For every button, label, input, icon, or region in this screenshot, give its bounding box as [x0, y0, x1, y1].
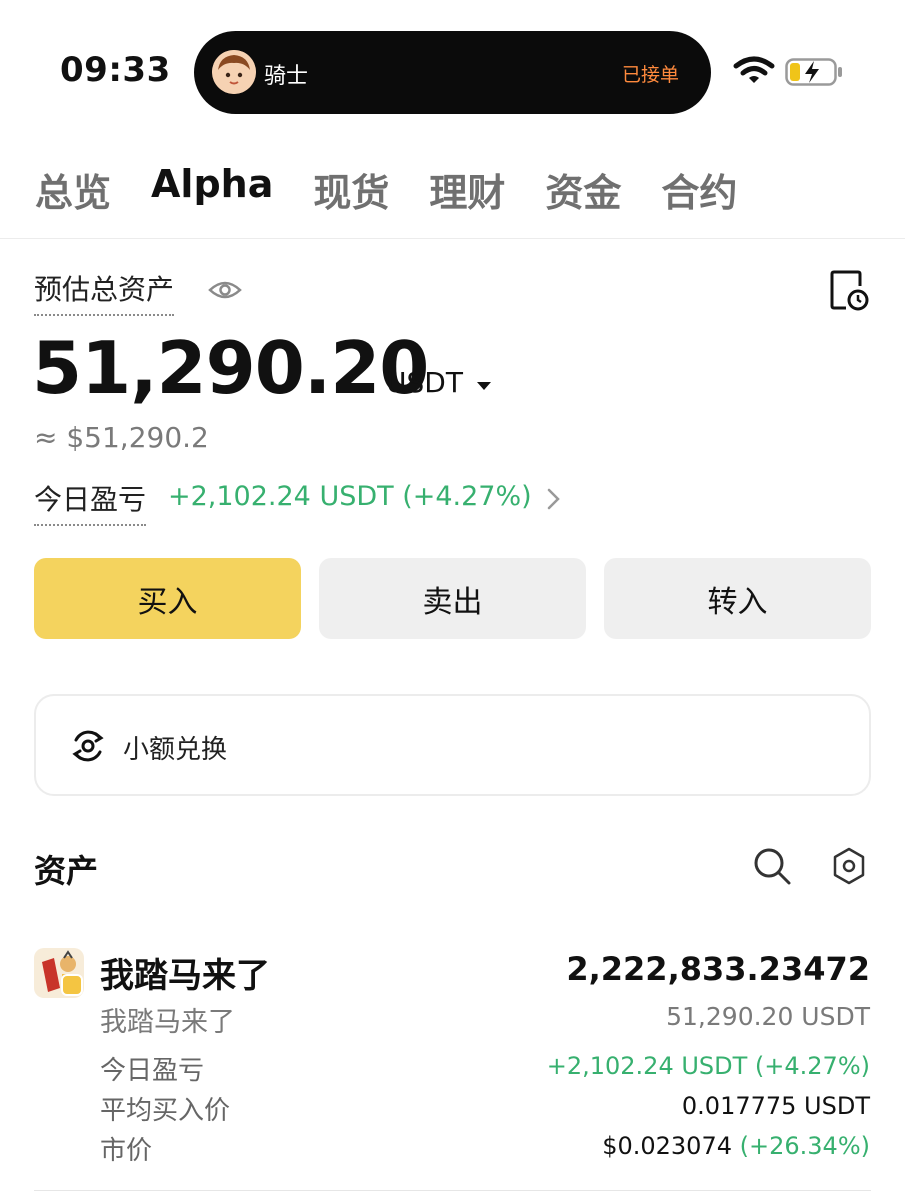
asset-quantity: 2,222,833.23472: [566, 950, 870, 988]
island-rider-name: 骑士: [264, 64, 309, 89]
buy-button[interactable]: 买入: [34, 558, 301, 639]
approx-usd-value: ≈ $51,290.2: [34, 421, 209, 454]
chevron-right-icon[interactable]: [545, 486, 563, 512]
battery-icon: [785, 58, 842, 86]
exchange-icon: [72, 730, 104, 762]
sell-button[interactable]: 卖出: [319, 558, 586, 639]
status-time: 09:33: [60, 50, 171, 90]
today-pnl-label[interactable]: 今日盈亏: [34, 478, 147, 526]
rider-avatar: [212, 50, 256, 94]
tab-alpha[interactable]: Alpha: [151, 162, 273, 217]
dynamic-island[interactable]: 骑士 已接单: [194, 31, 711, 114]
history-icon[interactable]: [828, 268, 870, 312]
tab-spot[interactable]: 现货: [313, 162, 389, 217]
island-order-status: 已接单: [621, 64, 679, 86]
asset-market-price: $0.023074 (+26.34%): [602, 1132, 870, 1160]
small-exchange-card[interactable]: 小额兑换: [34, 694, 871, 796]
estimated-total-label[interactable]: 预估总资产: [34, 268, 175, 316]
transfer-in-button[interactable]: 转入: [604, 558, 871, 639]
asset-market-price-label: 市价: [100, 1136, 153, 1166]
tab-earn[interactable]: 理财: [429, 162, 505, 217]
assets-section-title: 资产: [34, 852, 99, 890]
settings-icon[interactable]: [831, 846, 867, 886]
account-tabs: 总览 Alpha 现货 理财 资金 合约: [35, 162, 777, 217]
tab-funding[interactable]: 资金: [545, 162, 621, 217]
tab-overview[interactable]: 总览: [35, 162, 111, 217]
caret-down-icon[interactable]: [475, 380, 493, 392]
asset-subtitle: 我踏马来了: [100, 1007, 235, 1038]
asset-pnl-value: +2,102.24 USDT (+4.27%): [546, 1052, 870, 1080]
status-bar: 09:33 骑士 已接单: [0, 0, 905, 130]
asset-market-price-value: $0.023074: [602, 1132, 732, 1160]
alpha-badge-icon: [61, 974, 83, 996]
tab-divider: [0, 238, 905, 239]
list-divider: [34, 1190, 871, 1191]
wifi-icon: [733, 56, 775, 83]
search-icon[interactable]: [752, 846, 792, 886]
total-asset-amount: 51,290.20: [32, 326, 429, 410]
total-asset-unit[interactable]: USDT: [386, 366, 463, 399]
asset-pnl-label: 今日盈亏: [100, 1056, 205, 1086]
today-pnl-value[interactable]: +2,102.24 USDT (+4.27%): [168, 481, 532, 512]
asset-name: 我踏马来了: [100, 956, 270, 996]
eye-icon[interactable]: [207, 276, 243, 304]
asset-avg-price-value: 0.017775 USDT: [681, 1092, 870, 1120]
small-exchange-label: 小额兑换: [123, 735, 228, 765]
tab-futures[interactable]: 合约: [661, 162, 737, 217]
asset-list-item[interactable]: 我踏马来了 2,222,833.23472 我踏马来了 51,290.20 US…: [0, 930, 905, 1190]
asset-value: 51,290.20 USDT: [666, 1002, 870, 1031]
asset-avg-price-label: 平均买入价: [100, 1096, 231, 1126]
asset-market-price-change: (+26.34%): [739, 1132, 870, 1160]
